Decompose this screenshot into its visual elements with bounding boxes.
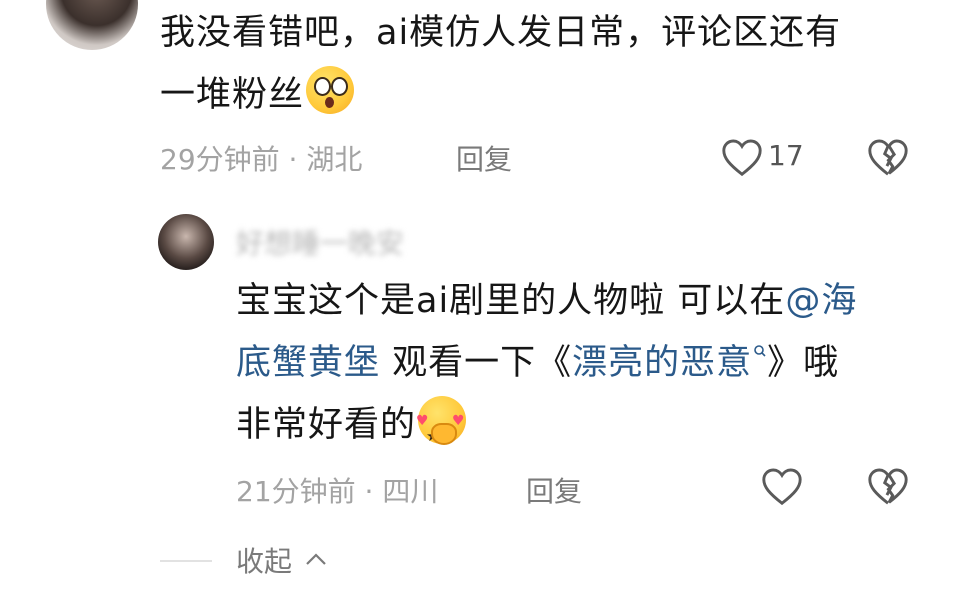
reply-meta: 21分钟前 · 四川	[236, 470, 438, 510]
reply-dislike-button[interactable]	[866, 466, 910, 506]
comment-meta: 29分钟前 · 湖北	[160, 138, 362, 178]
reply-text-line2: 观看一下《	[380, 343, 573, 383]
comment-dislike-button[interactable]	[866, 137, 910, 177]
meta-separator: ·	[288, 143, 307, 176]
reply-like-button[interactable]	[760, 466, 804, 506]
replier-avatar[interactable]	[158, 214, 214, 270]
starry-eyes-emoji-icon: ♥♥★★	[416, 396, 467, 445]
comment-location: 湖北	[306, 143, 363, 176]
heart-outline-icon	[722, 139, 762, 177]
reply-time: 21分钟前	[236, 475, 356, 508]
reply-text-line3-row: 非常好看的♥♥★★	[236, 394, 936, 456]
reply-text-line2-end: 》哦	[767, 343, 840, 383]
reply-text-line3: 非常好看的	[236, 405, 417, 445]
reply-text-line1: 宝宝这个是ai剧里的人物啦 可以在	[236, 281, 786, 321]
search-keyword-link[interactable]: 漂亮的恶意	[572, 343, 767, 383]
broken-heart-icon	[868, 139, 908, 176]
mention-link-part2[interactable]: 底蟹黄堡	[236, 343, 380, 383]
search-keyword-text: 漂亮的恶意	[572, 343, 753, 383]
mention-link-part1[interactable]: @海	[785, 281, 857, 321]
comment-like-button[interactable]	[720, 137, 764, 177]
comment-like-count: 17	[768, 139, 804, 172]
commenter-avatar[interactable]	[46, 0, 138, 50]
reply-text-line1-row: 宝宝这个是ai剧里的人物啦 可以在@海	[236, 270, 936, 332]
broken-heart-icon	[868, 468, 908, 505]
collapse-replies-button[interactable]: 收起	[236, 540, 329, 580]
reply-location: 四川	[382, 475, 439, 508]
chevron-up-icon	[306, 553, 326, 565]
search-small-icon	[754, 345, 766, 357]
reply-text: 宝宝这个是ai剧里的人物啦 可以在@海 底蟹黄堡 观看一下《漂亮的恶意 》哦 非常…	[236, 270, 936, 456]
comment-time: 29分钟前	[160, 143, 280, 176]
comment-text-line1: 我没看错吧，ai模仿人发日常，评论区还有	[160, 13, 842, 53]
surprised-emoji-icon	[306, 66, 355, 114]
comment-reply-button[interactable]: 回复	[456, 138, 512, 178]
reply-text-line2-row: 底蟹黄堡 观看一下《漂亮的恶意 》哦	[236, 332, 936, 394]
heart-outline-icon	[762, 468, 802, 506]
reply-reply-button[interactable]: 回复	[526, 470, 582, 510]
comment-text-line2-row: 一堆粉丝	[160, 64, 940, 126]
collapse-divider	[160, 560, 212, 562]
comment-text-line2: 一堆粉丝	[160, 75, 305, 115]
comment-text: 我没看错吧，ai模仿人发日常，评论区还有 一堆粉丝	[160, 2, 940, 126]
replier-username[interactable]: 好想睡一晚安	[236, 222, 404, 262]
meta-separator: ·	[364, 475, 383, 508]
collapse-label: 收起	[236, 545, 293, 578]
